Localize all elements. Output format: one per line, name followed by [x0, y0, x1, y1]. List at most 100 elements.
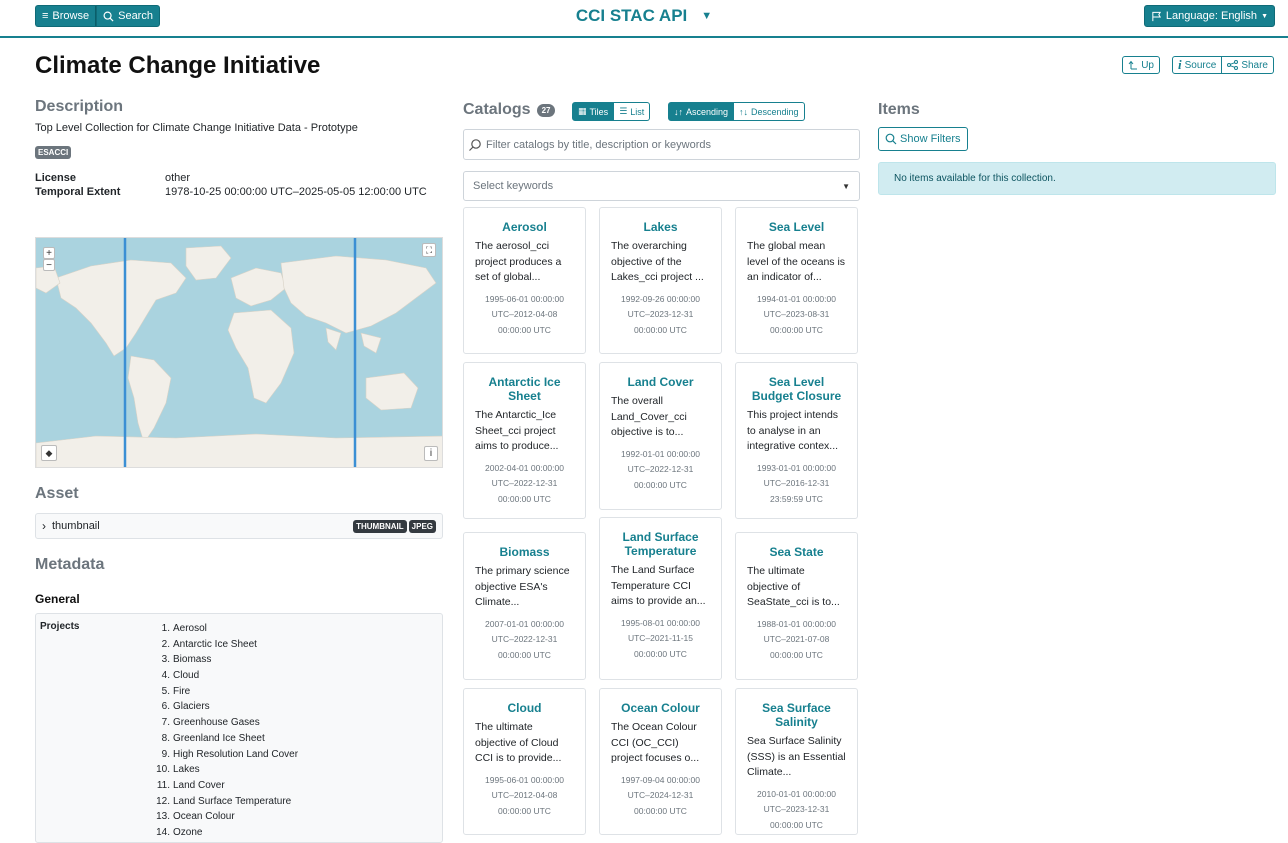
- search-icon: [469, 138, 481, 151]
- share-button[interactable]: Share: [1222, 56, 1274, 74]
- catalog-card[interactable]: Sea Level The global mean level of the oc…: [735, 207, 858, 354]
- catalog-card-title[interactable]: Sea Level: [747, 220, 846, 234]
- catalogs-header: Catalogs 27: [463, 101, 556, 119]
- metadata-heading: Metadata: [35, 556, 105, 573]
- header-actions: Up i Source Share: [1122, 56, 1274, 74]
- project-number: 4.: [161, 670, 170, 682]
- sort-descending-button[interactable]: ↑↓ Descending: [734, 102, 805, 121]
- asset-thumbnail-row[interactable]: › thumbnail THUMBNAIL JPEG: [35, 513, 443, 539]
- project-list-item: 10. Lakes: [146, 762, 298, 778]
- sort-descending-icon: ↑↓: [739, 106, 749, 117]
- catalog-card-description: The Land Surface Temperature CCI aims to…: [611, 564, 706, 607]
- no-items-alert: No items available for this collection.: [878, 162, 1276, 195]
- catalog-card[interactable]: Cloud The ultimate objective of Cloud CCI…: [463, 688, 586, 835]
- catalog-card-dates: 1995-06-01 00:00:00 UTC–2012-04-08 00:00…: [485, 774, 564, 816]
- info-icon: i: [1178, 57, 1182, 72]
- catalog-card-title[interactable]: Land Surface Temperature: [611, 530, 710, 558]
- keywords-select[interactable]: Select keywords ▼: [463, 171, 860, 201]
- zoom-out-button[interactable]: −: [43, 259, 55, 271]
- list-view-button[interactable]: ☰ List: [614, 102, 651, 121]
- layers-icon[interactable]: ◆: [41, 445, 57, 461]
- language-button[interactable]: Language: English ▼: [1143, 5, 1275, 27]
- catalog-card-title[interactable]: Sea State: [747, 545, 846, 559]
- catalog-card[interactable]: Ocean Colour The Ocean Colour CCI (OC_CCI…: [599, 688, 722, 835]
- ascending-label: Ascending: [686, 106, 729, 117]
- catalog-card-title[interactable]: Lakes: [611, 220, 710, 234]
- asset-name: thumbnail: [52, 520, 100, 532]
- catalog-card-title[interactable]: Sea Surface Salinity: [747, 701, 846, 729]
- up-button[interactable]: Up: [1122, 56, 1160, 74]
- project-number: 7.: [161, 717, 170, 729]
- project-name: Cloud: [173, 670, 200, 682]
- catalog-card-title[interactable]: Sea Level Budget Closure: [747, 375, 846, 403]
- catalog-card-description: This project intends to analyse in an in…: [747, 409, 839, 452]
- catalog-card-title[interactable]: Biomass: [475, 545, 574, 559]
- project-number: 9.: [161, 748, 170, 760]
- catalog-card-dates: 1993-01-01 00:00:00 UTC–2016-12-31 23:59…: [757, 462, 836, 504]
- share-label: Share: [1241, 59, 1268, 71]
- catalog-card[interactable]: Sea Level Budget Closure This project int…: [735, 362, 858, 519]
- catalog-card-title[interactable]: Land Cover: [611, 375, 710, 389]
- catalog-card[interactable]: Sea Surface Salinity Sea Surface Salinity…: [735, 688, 858, 835]
- catalog-card-description: The Antarctic_Ice Sheet_cci project aims…: [475, 409, 559, 452]
- project-number: 11.: [156, 779, 170, 791]
- catalog-card-dates: 2002-04-01 00:00:00 UTC–2022-12-31 00:00…: [485, 462, 564, 504]
- catalog-card[interactable]: Land Cover The overall Land_Cover_cci obj…: [599, 362, 722, 510]
- dropdown-arrow-icon: ▼: [842, 181, 850, 191]
- project-list-item: 1. Aerosol: [146, 621, 298, 637]
- catalog-card-title[interactable]: Aerosol: [475, 220, 574, 234]
- license-label: License: [35, 172, 76, 184]
- catalog-card[interactable]: Land Surface Temperature The Land Surface…: [599, 517, 722, 680]
- source-button[interactable]: i Source: [1172, 56, 1223, 74]
- up-label: Up: [1141, 59, 1154, 71]
- project-list-item: 14. Ozone: [146, 825, 298, 841]
- sort-ascending-button[interactable]: ↓↑ Ascending: [668, 102, 735, 121]
- project-name: Ozone: [173, 826, 203, 838]
- catalog-card-description: The primary science objective ESA's Clim…: [475, 565, 570, 608]
- zoom-in-button[interactable]: +: [43, 247, 55, 259]
- flag-icon: [1152, 11, 1161, 21]
- catalog-card[interactable]: Antarctic Ice Sheet The Antarctic_Ice She…: [463, 362, 586, 519]
- catalog-card-dates: 1997-09-04 00:00:00 UTC–2024-12-31 00:00…: [621, 774, 700, 816]
- list-label: List: [630, 106, 645, 117]
- temporal-extent-value: 1978-10-25 00:00:00 UTC–2025-05-05 12:00…: [165, 186, 427, 198]
- extent-map[interactable]: + − ⛶ ◆ i: [35, 237, 443, 468]
- catalog-card-dates: 1988-01-01 00:00:00 UTC–2021-07-08 00:00…: [757, 618, 836, 660]
- catalog-card-title[interactable]: Cloud: [475, 701, 574, 715]
- project-number: 3.: [161, 654, 170, 666]
- project-list-item: 4. Cloud: [146, 668, 298, 684]
- page-title: Climate Change Initiative: [35, 52, 321, 79]
- fullscreen-icon[interactable]: ⛶: [422, 243, 436, 257]
- catalog-filter-input[interactable]: Filter catalogs by title, description or…: [463, 129, 860, 160]
- show-filters-button[interactable]: Show Filters: [878, 127, 968, 151]
- keywords-placeholder: Select keywords: [473, 180, 554, 192]
- project-name: Biomass: [173, 654, 212, 666]
- sort-ascending-icon: ↓↑: [674, 106, 683, 117]
- catalog-card-description: The ultimate objective of SeaState_cci i…: [747, 565, 840, 608]
- project-number: 6.: [161, 701, 170, 713]
- items-heading: Items: [878, 101, 920, 118]
- catalog-card-description: The overall Land_Cover_cci objective is …: [611, 395, 687, 438]
- search-button[interactable]: Search: [96, 5, 160, 27]
- map-info-button[interactable]: i: [424, 446, 438, 461]
- project-name: Greenland Ice Sheet: [173, 732, 265, 744]
- tiles-view-button[interactable]: ▦ Tiles: [572, 102, 615, 121]
- catalog-card[interactable]: Lakes The overarching objective of the La…: [599, 207, 722, 354]
- tiles-label: Tiles: [589, 106, 609, 117]
- browse-button[interactable]: ≡ Browse: [35, 5, 97, 27]
- catalog-card[interactable]: Biomass The primary science objective ESA…: [463, 532, 586, 680]
- catalogs-heading: Catalogs: [463, 101, 531, 118]
- asset-heading: Asset: [35, 485, 79, 502]
- caret-down-icon[interactable]: ▼: [701, 10, 712, 22]
- catalog-card-title[interactable]: Antarctic Ice Sheet: [475, 375, 574, 403]
- keyword-badge[interactable]: ESACCI: [35, 146, 72, 159]
- catalog-card-dates: 1995-08-01 00:00:00 UTC–2021-11-15 00:00…: [621, 617, 700, 659]
- project-name: Greenhouse Gases: [173, 717, 260, 729]
- catalog-card[interactable]: Sea State The ultimate objective of SeaSt…: [735, 532, 858, 680]
- description-text: Top Level Collection for Climate Change …: [35, 122, 358, 134]
- catalog-card[interactable]: Aerosol The aerosol_cci project produces …: [463, 207, 586, 354]
- description-heading: Description: [35, 98, 124, 115]
- catalog-card-title[interactable]: Ocean Colour: [611, 701, 710, 715]
- world-map-graphic: [36, 238, 442, 467]
- catalog-card-description: The aerosol_cci project produces a set o…: [475, 240, 562, 283]
